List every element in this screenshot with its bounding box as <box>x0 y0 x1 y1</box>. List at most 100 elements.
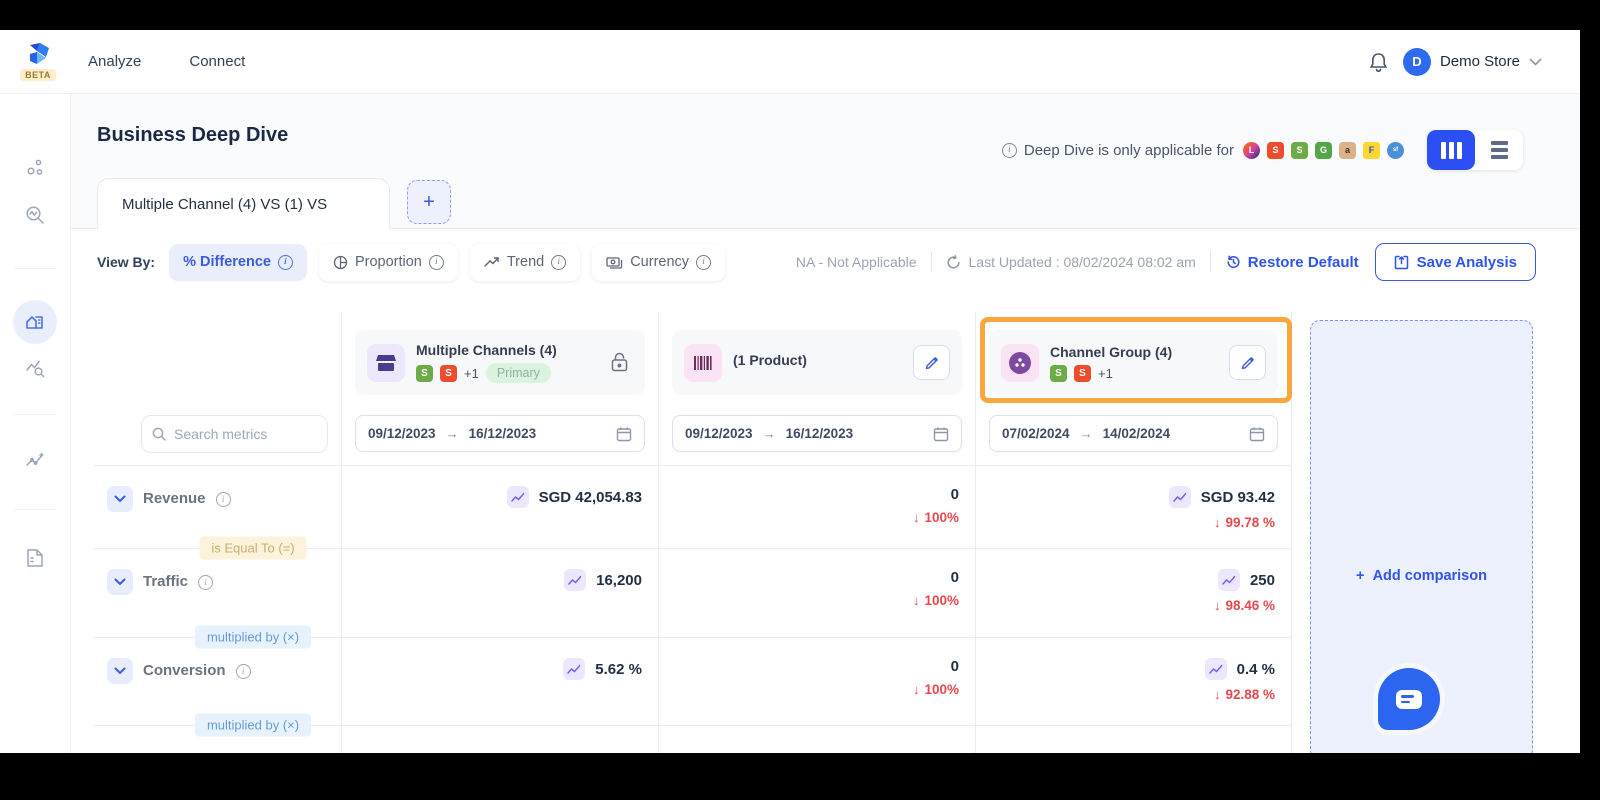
notification-bell-icon[interactable] <box>1368 51 1389 73</box>
expand-row-button[interactable] <box>107 569 133 595</box>
list-view-button[interactable] <box>1475 130 1523 170</box>
barcode-icon <box>684 343 722 382</box>
shopify-icon: S <box>1291 141 1308 159</box>
refresh-icon <box>946 254 961 270</box>
arrow-right-icon: → <box>445 426 459 441</box>
sparkline-icon[interactable] <box>506 486 529 508</box>
view-mode-toggle <box>1427 130 1523 170</box>
column-title: Channel Group (4) <box>1050 343 1173 360</box>
add-tab-button[interactable]: + <box>407 180 451 224</box>
amazon-icon: a <box>1339 141 1356 159</box>
pill-difference[interactable]: % Difference i <box>169 243 307 281</box>
info-icon[interactable]: i <box>215 492 231 507</box>
column-view-button[interactable] <box>1427 130 1475 170</box>
sidebar-divider <box>14 509 56 510</box>
column-header-product: (1 Product) 09/12/2023 → 16/12/2023 <box>658 312 975 465</box>
last-updated: Last Updated : 08/02/2024 08:02 am <box>968 254 1196 270</box>
search-metrics-box <box>141 415 328 453</box>
primary-badge: Primary <box>485 363 551 383</box>
sparkline-icon[interactable] <box>564 569 587 591</box>
sparkline-icon[interactable] <box>1168 486 1191 508</box>
more-channels-count: +1 <box>1098 365 1113 381</box>
metric-value: 0 <box>950 658 959 675</box>
down-arrow-icon: ↓ <box>912 510 920 525</box>
sparkline-icon[interactable] <box>563 658 586 680</box>
screen: BETA Analyze Connect D Demo Store Busine… <box>0 0 1600 800</box>
page-title: Business Deep Dive <box>97 124 289 146</box>
sidebar-item-trend[interactable] <box>24 450 46 472</box>
metric-value: SGD 42,054.83 <box>538 488 642 506</box>
down-arrow-icon: ↓ <box>1213 515 1221 530</box>
diff-badge: ↓ 98.46 % <box>1213 598 1275 613</box>
letterbox-bottom <box>0 753 1600 800</box>
view-by-label: View By: <box>97 254 156 270</box>
column-header-multiple-channels: Multiple Channels (4) S S +1 Primary 09/… <box>341 312 658 465</box>
info-icon[interactable]: i <box>235 664 251 679</box>
store-switcher[interactable]: D Demo Store <box>1402 47 1542 76</box>
diff-badge: ↓ 100% <box>912 593 959 608</box>
main-content: Business Deep Dive i Deep Dive is only a… <box>71 94 1580 753</box>
expand-row-button[interactable] <box>107 658 133 684</box>
lock-icon <box>610 352 629 373</box>
add-comparison-label: + Add comparison <box>1356 568 1487 584</box>
sidebar-item-nodes[interactable] <box>24 156 46 178</box>
operator-badge-multiply: multiplied by (×) <box>194 625 312 649</box>
operator-badge-equal: is Equal To (=) <box>199 536 307 560</box>
edit-column-button[interactable] <box>913 345 950 380</box>
arrow-right-icon: → <box>1079 426 1093 441</box>
sparkline-icon[interactable] <box>1217 569 1240 591</box>
beta-badge: BETA <box>20 69 56 81</box>
chevron-down-icon <box>1529 58 1542 66</box>
date-range-picker[interactable]: 07/02/2024 → 14/02/2024 <box>989 415 1278 452</box>
down-arrow-icon: ↓ <box>1213 687 1221 702</box>
na-note: NA - Not Applicable <box>795 254 917 270</box>
metric-value: 5.62 % <box>595 660 642 678</box>
flipkart-icon: F <box>1363 141 1380 159</box>
pill-trend[interactable]: Trend i <box>469 243 581 281</box>
nav-link-analyze[interactable]: Analyze <box>88 53 141 70</box>
brand-logo[interactable]: BETA <box>14 42 62 81</box>
metric-label: Conversion <box>143 662 226 679</box>
sparkline-icon[interactable] <box>1204 658 1227 680</box>
more-channels-count: +1 <box>464 365 479 381</box>
column-title: (1 Product) <box>733 352 807 368</box>
avatar: D <box>1402 47 1431 76</box>
date-range-picker[interactable]: 09/12/2023 → 16/12/2023 <box>672 415 962 452</box>
comparison-table: Multiple Channels (4) S S +1 Primary <box>93 312 1292 753</box>
sidebar-item-report[interactable] <box>25 547 45 569</box>
diff-badge: ↓ 100% <box>912 682 959 697</box>
info-icon: i <box>428 254 444 270</box>
calendar-icon <box>616 426 632 442</box>
sidebar-item-business-active[interactable] <box>13 300 57 344</box>
cube-logo-icon <box>24 42 52 68</box>
column-title: Multiple Channels (4) <box>416 342 557 358</box>
operator-badge-multiply: multiplied by (×) <box>194 713 312 737</box>
info-icon: i <box>696 254 712 270</box>
metric-label: Traffic <box>143 573 189 590</box>
chat-widget-button[interactable] <box>1378 668 1440 730</box>
info-icon[interactable]: i <box>198 575 214 590</box>
shopee-icon: S <box>1074 364 1091 382</box>
sidebar-divider <box>14 414 56 415</box>
pill-currency[interactable]: Currency i <box>592 243 726 281</box>
date-range-picker[interactable]: 09/12/2023 → 16/12/2023 <box>355 415 645 452</box>
nav-link-connect[interactable]: Connect <box>189 53 245 70</box>
lazada-icon: L <box>1243 141 1260 159</box>
sidebar-item-chart-search[interactable] <box>24 357 46 379</box>
save-analysis-button[interactable]: Save Analysis <box>1374 243 1536 281</box>
diff-badge: ↓ 92.88 % <box>1213 687 1275 702</box>
edit-column-button[interactable] <box>1229 345 1266 380</box>
applicable-note: Deep Dive is only applicable for <box>1023 141 1234 159</box>
calendar-icon <box>1249 426 1265 442</box>
metric-value: 0 <box>950 569 959 586</box>
table-row-conversion: Conversion i 5.62 % 0 ↓ 100% 0.4 % ↓ 92.… <box>93 637 1292 725</box>
restore-default-button[interactable]: Restore Default <box>1225 254 1359 271</box>
table-row-traffic: Traffic i 16,200 0 ↓ 100% 250 ↓ 98.46 % <box>93 548 1292 637</box>
expand-row-button[interactable] <box>107 486 133 512</box>
tab-multiple-channel[interactable]: Multiple Channel (4) VS (1) VS <box>97 178 390 229</box>
sidebar-item-pulse-search[interactable] <box>24 204 46 226</box>
search-metrics-input[interactable] <box>174 426 304 442</box>
pill-proportion[interactable]: Proportion i <box>318 243 458 281</box>
down-arrow-icon: ↓ <box>912 593 920 608</box>
info-icon[interactable]: i <box>1001 142 1017 158</box>
